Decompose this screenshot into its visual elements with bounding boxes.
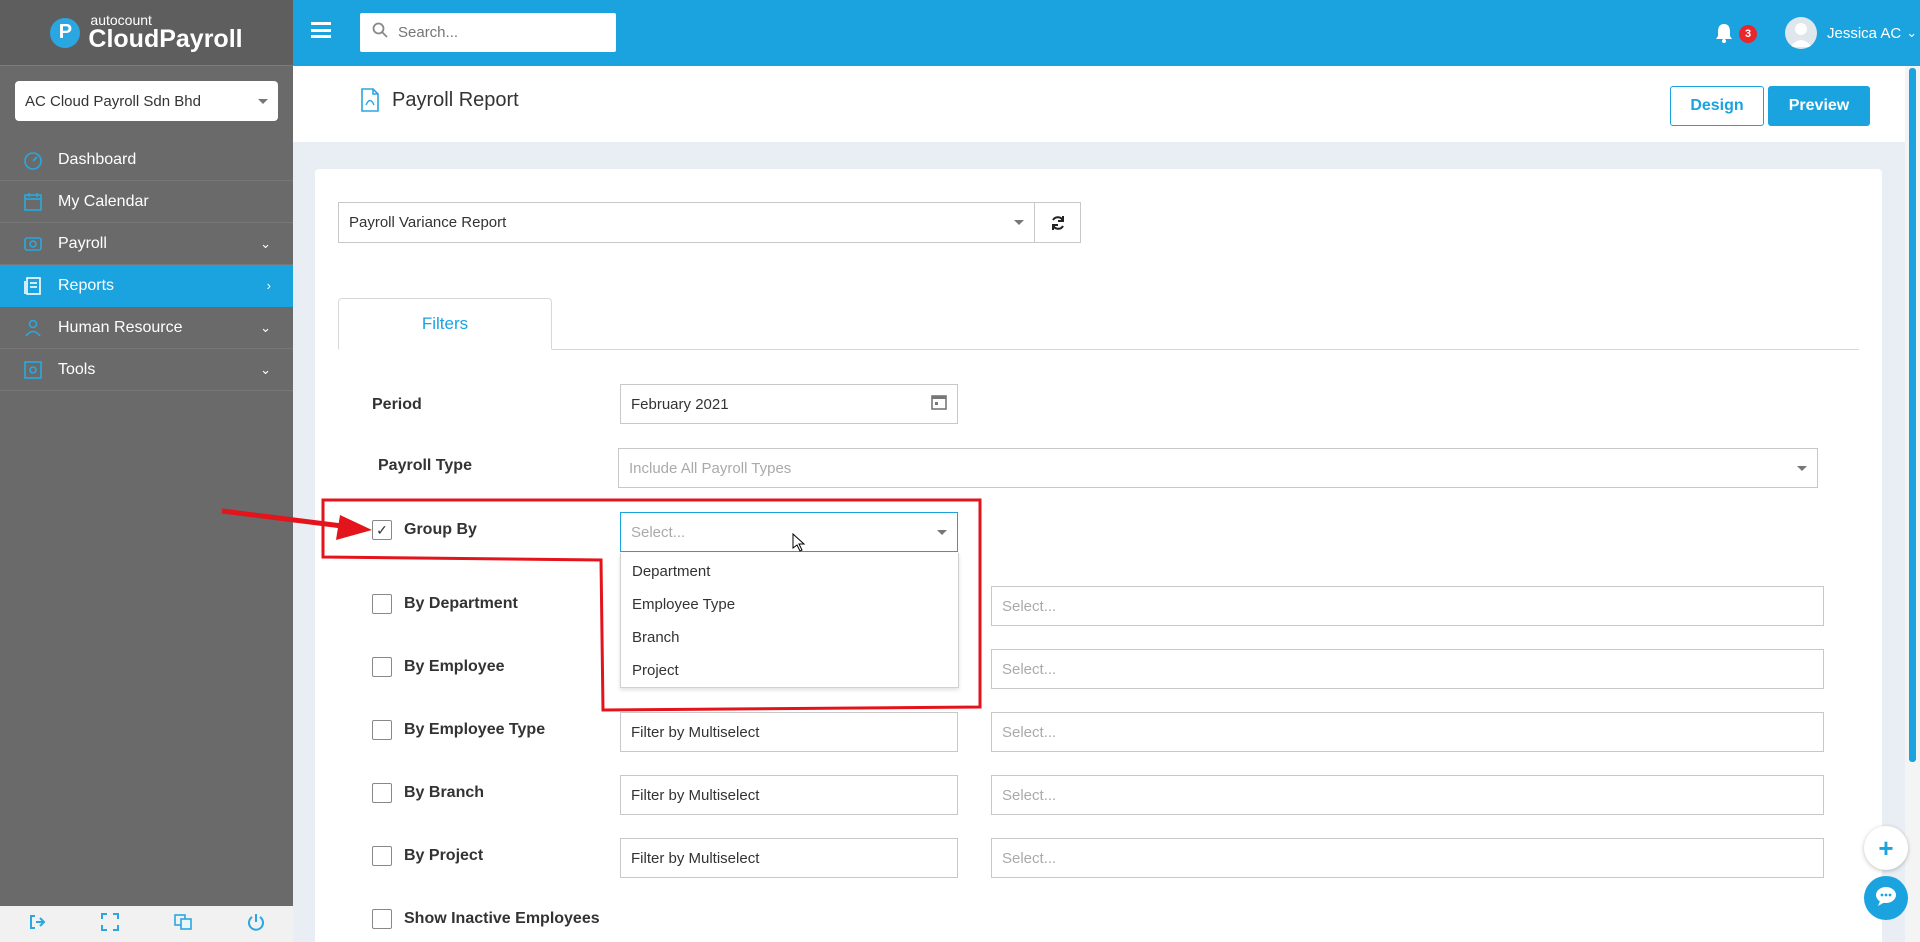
chat-bubble-icon bbox=[1874, 885, 1898, 912]
chat-fab-button[interactable] bbox=[1864, 876, 1908, 920]
annotation-overlay bbox=[221, 498, 982, 712]
mouse-cursor-icon bbox=[792, 532, 806, 552]
annotation-arrow-head bbox=[336, 515, 372, 540]
add-fab-button[interactable]: + bbox=[1864, 826, 1908, 870]
plus-icon: + bbox=[1878, 832, 1894, 863]
annotation-arrow-line bbox=[221, 508, 351, 530]
annotation-highlight-box bbox=[321, 498, 982, 712]
